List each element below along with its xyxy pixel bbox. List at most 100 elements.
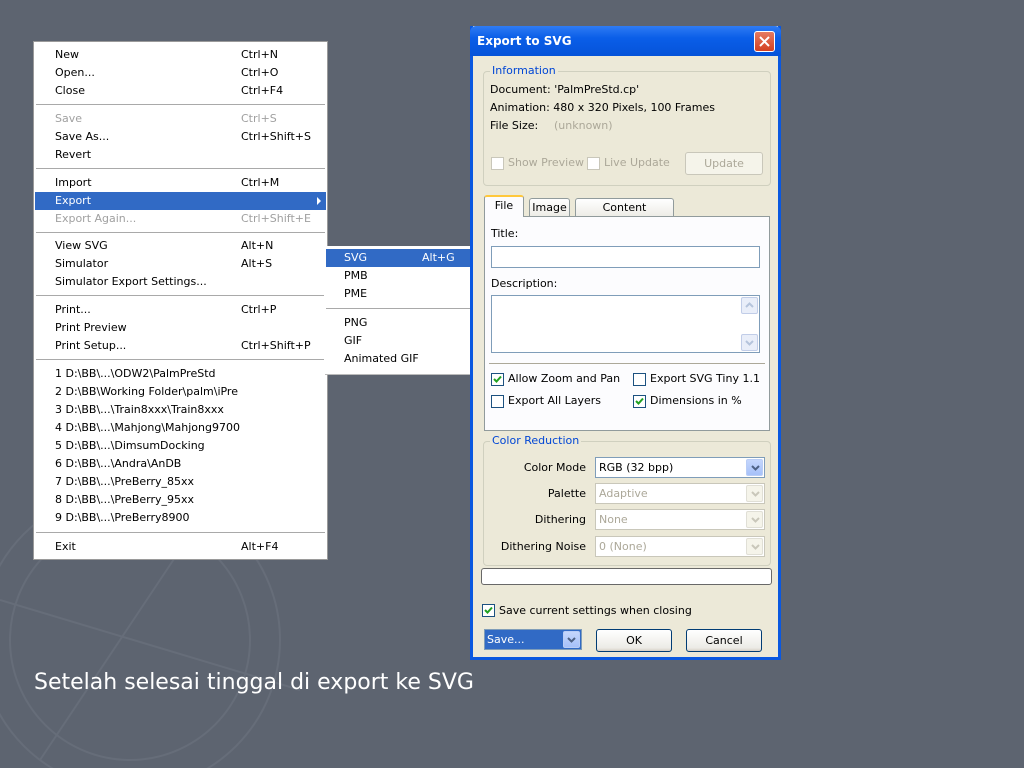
checkmark-icon	[493, 375, 502, 383]
chevron-down-icon	[751, 517, 760, 523]
save-settings-checkbox[interactable]	[482, 604, 495, 617]
menu-item-revert[interactable]: Revert	[34, 146, 327, 164]
recent-file-item[interactable]: 8 D:\BB\...\PreBerry_95xx	[34, 491, 327, 509]
recent-file-item[interactable]: 1 D:\BB\...\ODW2\PalmPreStd	[34, 365, 327, 383]
recent-file-item[interactable]: 6 D:\BB\...\Andra\AnDB	[34, 455, 327, 473]
dialog-title: Export to SVG	[477, 34, 572, 48]
recent-file-item[interactable]: 3 D:\BB\...\Train8xxx\Train8xxx	[34, 401, 327, 419]
menu-item-print-setup[interactable]: Print Setup... Ctrl+Shift+P	[34, 337, 327, 355]
color-mode-value: RGB (32 bpp)	[599, 461, 674, 474]
palette-select[interactable]: Adaptive	[595, 483, 765, 504]
chevron-down-icon	[751, 491, 760, 497]
palette-value: Adaptive	[599, 487, 648, 500]
checkmark-icon	[484, 606, 493, 614]
palette-label: Palette	[547, 487, 586, 500]
scroll-down-button[interactable]	[741, 334, 758, 351]
recent-file-item[interactable]: 2 D:\BB\Working Folder\palm\iPre	[34, 383, 327, 401]
dropdown-button[interactable]	[746, 459, 763, 476]
menu-separator	[36, 104, 325, 105]
close-button[interactable]	[754, 31, 775, 52]
menu-item-print[interactable]: Print... Ctrl+P	[34, 301, 327, 319]
export-svg-dialog: Export to SVG Information Document: 'Pal…	[470, 26, 781, 660]
menu-item-close[interactable]: Close Ctrl+F4	[34, 82, 327, 100]
recent-file-item[interactable]: 9 D:\BB\...\PreBerry8900	[34, 509, 327, 527]
menu-separator	[326, 308, 471, 309]
menu-item-exit[interactable]: Exit Alt+F4	[34, 538, 327, 556]
dropdown-button[interactable]	[746, 538, 763, 555]
dialog-titlebar[interactable]: Export to SVG	[470, 26, 781, 56]
dithering-noise-select[interactable]: 0 (None)	[595, 536, 765, 557]
export-all-layers-checkbox[interactable]	[491, 395, 504, 408]
submenu-item-gif[interactable]: GIF	[324, 332, 471, 350]
description-label: Description:	[491, 277, 558, 290]
tab-file[interactable]: File	[484, 195, 524, 217]
tab-content-directory[interactable]: Content Directory	[575, 198, 674, 231]
dithering-select[interactable]: None	[595, 509, 765, 530]
checkmark-icon	[635, 397, 644, 405]
scroll-down-icon	[745, 340, 754, 346]
submenu-item-pmb[interactable]: PMB	[324, 267, 471, 285]
submenu-item-svg[interactable]: SVG Alt+G	[326, 249, 471, 267]
save-combo[interactable]: Save...	[484, 629, 582, 650]
description-textarea[interactable]	[491, 295, 760, 353]
dimensions-percent-checkbox[interactable]	[633, 395, 646, 408]
title-input[interactable]	[491, 246, 760, 268]
show-preview-checkbox[interactable]	[491, 157, 504, 170]
dimensions-percent-label: Dimensions in %	[650, 394, 742, 407]
menu-item-open[interactable]: Open... Ctrl+O	[34, 64, 327, 82]
submenu-item-animated-gif[interactable]: Animated GIF	[324, 350, 471, 368]
dithering-noise-value: 0 (None)	[599, 540, 647, 553]
file-size-value: (unknown)	[554, 119, 613, 132]
recent-file-item[interactable]: 4 D:\BB\...\Mahjong\Mahjong9700	[34, 419, 327, 437]
menu-item-save[interactable]: Save Ctrl+S	[34, 110, 327, 128]
tab-image[interactable]: Image	[529, 198, 570, 217]
scroll-up-button[interactable]	[741, 297, 758, 314]
menu-item-view-svg[interactable]: View SVG Alt+N	[34, 237, 327, 255]
submenu-item-pme[interactable]: PME	[324, 285, 471, 303]
live-update-checkbox[interactable]	[587, 157, 600, 170]
color-reduction-legend: Color Reduction	[490, 434, 582, 447]
dithering-noise-label: Dithering Noise	[500, 540, 586, 553]
information-legend: Information	[490, 64, 558, 77]
menu-item-print-preview[interactable]: Print Preview	[34, 319, 327, 337]
progress-bar	[481, 568, 772, 585]
live-update-label: Live Update	[604, 156, 670, 169]
submenu-arrow-icon	[317, 197, 321, 205]
recent-file-item[interactable]: 7 D:\BB\...\PreBerry_85xx	[34, 473, 327, 491]
scroll-up-icon	[745, 302, 754, 308]
update-button[interactable]: Update	[685, 152, 763, 175]
file-menu: New Ctrl+N Open... Ctrl+O Close Ctrl+F4 Sav…	[33, 41, 328, 560]
dropdown-button[interactable]	[563, 631, 580, 648]
cancel-button[interactable]: Cancel	[686, 629, 762, 652]
menu-item-simulator-export-settings[interactable]: Simulator Export Settings...	[34, 273, 327, 291]
dithering-value: None	[599, 513, 628, 526]
menu-separator	[36, 295, 325, 296]
allow-zoom-pan-checkbox[interactable]	[491, 373, 504, 386]
submenu-item-png[interactable]: PNG	[324, 314, 471, 332]
file-size-label: File Size:	[490, 119, 539, 132]
color-mode-select[interactable]: RGB (32 bpp)	[595, 457, 765, 478]
export-svg-tiny-checkbox[interactable]	[633, 373, 646, 386]
menu-separator	[36, 359, 325, 360]
export-submenu: SVG Alt+G PMB PME PNG GIF Animated GIF	[324, 246, 471, 374]
export-all-layers-label: Export All Layers	[508, 394, 602, 407]
recent-file-item[interactable]: 5 D:\BB\...\DimsumDocking	[34, 437, 327, 455]
document-info: Document: 'PalmPreStd.cp'	[490, 83, 640, 96]
menu-item-save-as[interactable]: Save As... Ctrl+Shift+S	[34, 128, 327, 146]
menu-item-export-again[interactable]: Export Again... Ctrl+Shift+E	[34, 210, 327, 228]
menu-separator	[36, 532, 325, 533]
ok-button[interactable]: OK	[596, 629, 672, 652]
dithering-label: Dithering	[534, 513, 586, 526]
export-svg-tiny-label: Export SVG Tiny 1.1	[650, 372, 760, 385]
allow-zoom-pan-label: Allow Zoom and Pan	[508, 372, 621, 385]
dropdown-button[interactable]	[746, 511, 763, 528]
animation-info: Animation: 480 x 320 Pixels, 100 Frames	[490, 101, 715, 114]
menu-item-export[interactable]: Export	[35, 192, 326, 210]
menu-item-simulator[interactable]: Simulator Alt+S	[34, 255, 327, 273]
dropdown-button[interactable]	[746, 485, 763, 502]
close-icon	[759, 36, 770, 47]
menu-item-new[interactable]: New Ctrl+N	[34, 46, 327, 64]
menu-item-import[interactable]: Import Ctrl+M	[34, 174, 327, 192]
color-reduction-group: Color Reduction Color Mode RGB (32 bpp) …	[483, 434, 771, 566]
save-combo-value: Save...	[487, 633, 525, 646]
